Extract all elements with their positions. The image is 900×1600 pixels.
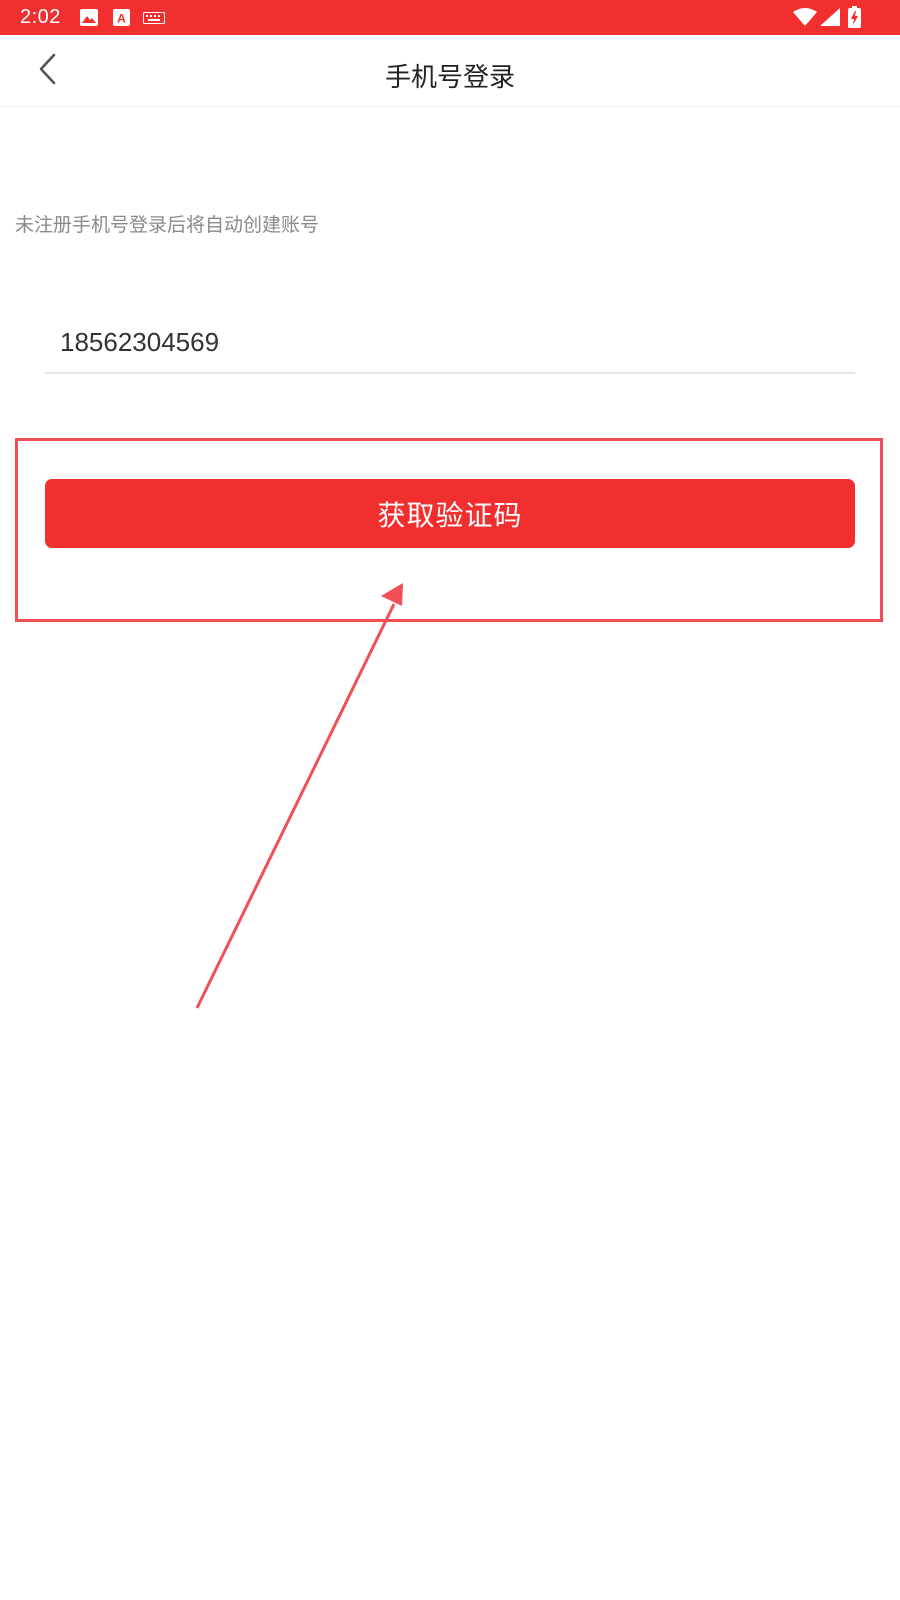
login-page: 2:02 A 手机号登录 未注册手机号登录后将自动创建账号 1856230456… <box>0 0 900 1600</box>
wifi-icon <box>793 8 817 26</box>
annotation-arrow <box>195 583 403 1009</box>
nav-bar: 手机号登录 <box>0 35 900 107</box>
signal-icon <box>820 8 840 26</box>
get-code-button[interactable]: 获取验证码 <box>45 479 855 548</box>
page-title: 手机号登录 <box>384 63 515 93</box>
font-app-icon: A <box>113 9 130 26</box>
svg-text:A: A <box>117 12 126 26</box>
image-icon <box>80 9 98 26</box>
phone-field <box>45 310 855 374</box>
battery-charging-icon <box>848 6 861 28</box>
keyboard-icon <box>143 12 165 24</box>
status-bar: 2:02 A <box>0 0 900 35</box>
registration-hint: 未注册手机号登录后将自动创建账号 <box>15 214 320 236</box>
status-time: 2:02 <box>20 6 61 28</box>
phone-input[interactable] <box>60 322 840 362</box>
